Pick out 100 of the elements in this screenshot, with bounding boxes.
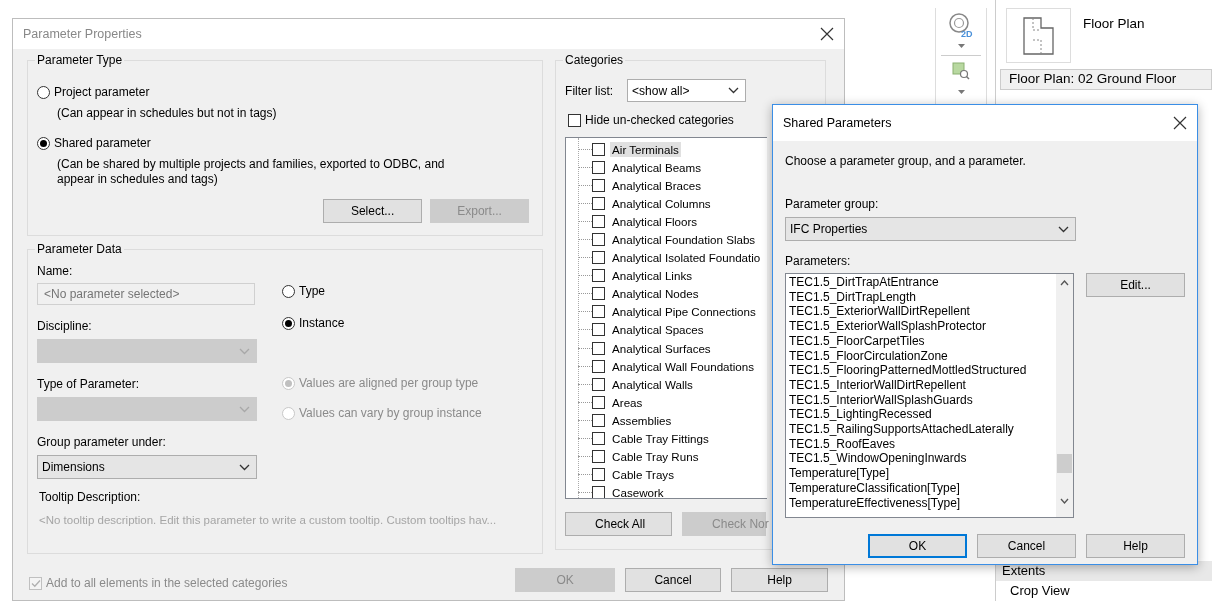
tree-item[interactable]: Analytical Links	[610, 268, 694, 284]
dialog-button[interactable]: Select...	[323, 199, 423, 223]
radio-button[interactable]	[37, 85, 50, 99]
tree-item[interactable]: Assemblies	[610, 412, 674, 428]
name-field[interactable]: <No parameter selected>	[37, 283, 255, 305]
type-name: Floor Plan	[1083, 15, 1145, 34]
window-title: Shared Parameters	[783, 114, 892, 132]
chevron-up-icon[interactable]	[1060, 280, 1069, 286]
checkbox[interactable]	[592, 486, 606, 498]
checkbox[interactable]	[592, 323, 606, 337]
checkbox[interactable]	[592, 269, 606, 283]
caret-icon[interactable]	[957, 44, 965, 48]
tree-item[interactable]: Analytical Columns	[610, 195, 713, 211]
checkbox[interactable]	[592, 341, 606, 355]
dialog-button[interactable]: Cancel	[625, 568, 722, 592]
tree-item[interactable]: Analytical Foundation Slabs	[610, 232, 758, 247]
list-item[interactable]: TEC1.5_ExteriorWallDirtRepellent	[789, 304, 1053, 320]
checkbox[interactable]	[592, 305, 606, 319]
checkbox[interactable]	[592, 468, 606, 482]
checkbox[interactable]	[592, 395, 606, 409]
chevron-down-icon[interactable]	[728, 87, 740, 94]
list-item[interactable]: TEC1.5_FloorCarpetTiles	[789, 333, 1053, 349]
field-label: Name:	[37, 263, 74, 280]
tree-item[interactable]: Analytical Walls	[610, 376, 695, 392]
list-item[interactable]: TEC1.5_RoofEaves	[789, 436, 1053, 452]
radio-button[interactable]	[37, 136, 50, 150]
list-item[interactable]: TemperatureClassification[Type]	[789, 480, 1053, 496]
option-label: Values are aligned per group type	[299, 375, 479, 392]
list-item[interactable]: TEC1.5_LightingRecessed	[789, 407, 1053, 423]
tree-item[interactable]: Analytical Surfaces	[610, 340, 713, 356]
list-item[interactable]: Temperature[Type]	[789, 466, 1053, 481]
checkbox-label: Add to all elements in the selected categories	[46, 575, 288, 592]
checkbox[interactable]	[592, 377, 606, 391]
checkbox[interactable]	[592, 359, 606, 373]
list-item[interactable]: TEC1.5_FloorCirculationZone	[789, 348, 1053, 364]
filter-dropdown[interactable]: <show all>	[627, 79, 747, 102]
tree-item[interactable]: Cable Tray Runs	[610, 449, 701, 465]
dialog-button[interactable]: Edit...	[1086, 273, 1185, 297]
dialog-button[interactable]: Help	[1086, 534, 1185, 558]
scrollbar[interactable]	[1056, 274, 1073, 517]
field-label: Tooltip Description:	[39, 489, 142, 506]
tree-item[interactable]: Analytical Nodes	[610, 286, 701, 302]
list-item[interactable]: TEC1.5_FlooringPatternedMottledStructured	[789, 363, 1053, 378]
list-item[interactable]: TEC1.5_WindowOpeningInwards	[789, 451, 1053, 467]
close-icon[interactable]	[820, 27, 834, 41]
checkbox[interactable]	[592, 214, 606, 228]
chevron-down-icon[interactable]	[239, 463, 250, 471]
scroll-thumb[interactable]	[1057, 454, 1072, 473]
prompt-text: Choose a parameter group, and a parameter.	[785, 153, 1027, 170]
checkbox[interactable]	[592, 178, 606, 192]
tree-item[interactable]: Cable Trays	[610, 467, 676, 483]
option-label: Shared parameter	[54, 135, 151, 152]
checkbox[interactable]	[592, 432, 606, 446]
list-item[interactable]: TEC1.5_InteriorWallSplashGuards	[789, 392, 1053, 408]
checkbox[interactable]	[592, 196, 606, 210]
dialog-button[interactable]: Cancel	[977, 534, 1076, 558]
checkbox[interactable]	[592, 142, 606, 156]
radio-button[interactable]	[282, 316, 295, 330]
tree-item[interactable]: Analytical Spaces	[610, 322, 706, 338]
checkbox[interactable]	[592, 450, 606, 464]
tree-item[interactable]: Analytical Braces	[610, 177, 703, 193]
close-icon[interactable]	[1173, 116, 1187, 130]
tree-item[interactable]: Analytical Wall Foundations	[610, 358, 757, 374]
caret-icon[interactable]	[957, 90, 965, 94]
property-name: Crop View	[1009, 582, 1071, 601]
list-item[interactable]: TEC1.5_ExteriorWallSplashProtector	[789, 319, 1053, 334]
list-item[interactable]: TEC1.5_DirtTrapLength	[789, 289, 1053, 305]
tree-item[interactable]: Analytical Pipe Connections	[610, 304, 758, 320]
chevron-down-icon[interactable]	[1060, 498, 1069, 504]
tree-item[interactable]: Analytical Floors	[610, 213, 700, 229]
tree-item[interactable]: Analytical Isolated Foundatio	[610, 250, 763, 266]
option-label: Values can vary by group instance	[299, 405, 482, 422]
dropdown[interactable]: Dimensions	[37, 455, 257, 479]
list-item[interactable]: TEC1.5_InteriorWallDirtRepellent	[789, 377, 1053, 393]
list-item[interactable]: TEC1.5_DirtTrapAtEntrance	[789, 275, 1053, 290]
dialog-button[interactable]: OK	[868, 534, 967, 558]
list-item[interactable]: TemperatureEffectiveness[Type]	[789, 495, 1053, 511]
checkbox[interactable]	[568, 113, 582, 127]
dialog-button[interactable]: Help	[731, 568, 829, 592]
list-item[interactable]: TEC1.5_RailingSupportsAttachedLaterally	[789, 422, 1053, 437]
option-description: (Can be shared by multiple projects and families, exported to ODBC, and appear in schedules and tags)	[57, 157, 446, 187]
checkbox[interactable]	[592, 233, 606, 246]
checkbox[interactable]	[592, 287, 606, 301]
parameter-group-dropdown[interactable]: IFC Properties	[785, 217, 1076, 241]
checkbox[interactable]	[592, 160, 606, 174]
view-selector[interactable]: Floor Plan: 02 Ground Floor	[1000, 69, 1212, 90]
option-label: Type	[299, 283, 325, 300]
tree-item[interactable]: Cable Tray Fittings	[610, 431, 711, 447]
zoom-view-icon	[952, 62, 970, 80]
tree-item[interactable]: Air Terminals	[610, 141, 681, 157]
dialog-button[interactable]: Check All	[565, 512, 673, 536]
tree-item[interactable]: Areas	[610, 394, 645, 410]
checkbox[interactable]	[592, 413, 606, 427]
checkbox[interactable]	[592, 251, 606, 265]
field-label: Group parameter under:	[37, 434, 167, 451]
tree-item[interactable]: Analytical Beams	[610, 159, 703, 175]
radio-button[interactable]	[282, 284, 295, 298]
chevron-down-icon[interactable]	[1058, 225, 1069, 233]
window-title: Parameter Properties	[23, 25, 142, 43]
tree-item[interactable]: Casework	[610, 485, 666, 498]
